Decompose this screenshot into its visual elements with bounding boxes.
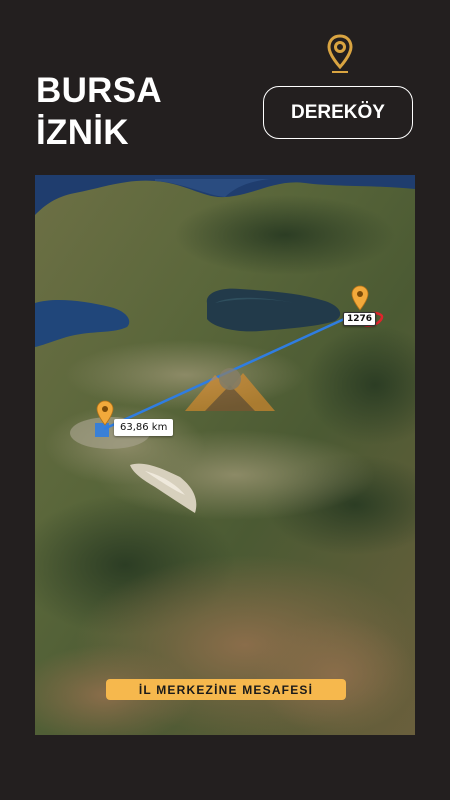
origin-pin-icon[interactable] xyxy=(96,400,114,426)
distance-caption: İL MERKEZİNE MESAFESİ xyxy=(106,679,346,700)
satellite-map[interactable]: 63,86 km 1276 İL MERKEZİNE MESAFESİ xyxy=(35,175,415,735)
distance-label: 63,86 km xyxy=(114,419,174,436)
district-badge[interactable]: DEREKÖY xyxy=(263,86,413,139)
mountain-logo-icon xyxy=(185,368,275,411)
location-pin-icon xyxy=(327,34,353,73)
parcel-code-label: 1276 xyxy=(343,312,377,326)
map-terrain xyxy=(35,175,415,735)
location-title: BURSA İZNİK xyxy=(36,70,162,154)
destination-pin-icon[interactable] xyxy=(351,285,369,311)
city-name: BURSA xyxy=(36,71,162,110)
town-name: İZNİK xyxy=(36,113,129,152)
